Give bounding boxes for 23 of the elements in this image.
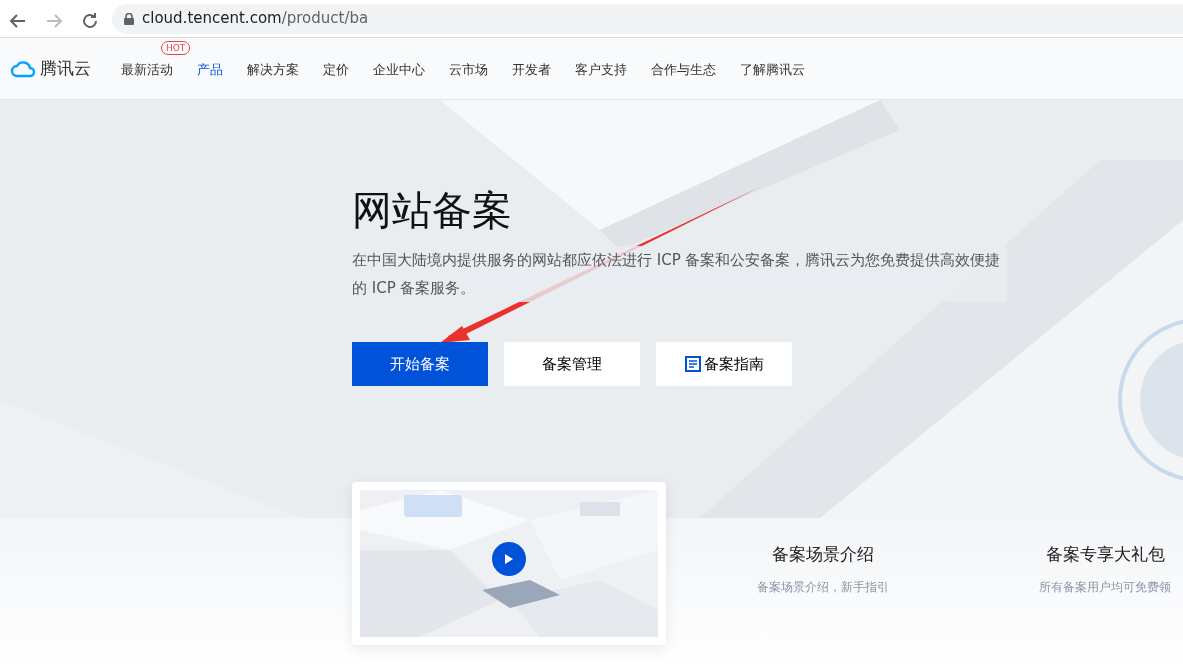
nav-item[interactable]: 了解腾讯云	[728, 59, 817, 79]
feature-subtitle: 所有备案用户均可免费领	[1038, 578, 1172, 596]
nav-item[interactable]: 客户支持	[563, 59, 639, 79]
nav-item[interactable]: 合作与生态	[639, 59, 728, 79]
url-text: cloud.tencent.com/product/ba	[142, 8, 369, 30]
feature-subtitle: 备案场景介绍，新手指引	[756, 578, 890, 596]
play-icon	[504, 553, 514, 565]
logo[interactable]: 腾讯云	[10, 55, 109, 82]
cloud-icon	[10, 59, 36, 78]
nav-item[interactable]: 产品	[185, 59, 235, 79]
nav-item[interactable]: 最新活动	[109, 59, 185, 79]
nav-item[interactable]: 云市场	[437, 59, 500, 79]
reload-arrow-icon	[80, 11, 100, 31]
feature-title[interactable]: 备案专享大礼包	[1015, 542, 1183, 568]
nav-item[interactable]: 企业中心	[361, 59, 437, 79]
address-bar[interactable]: cloud.tencent.com/product/ba	[112, 3, 1183, 34]
feature-title[interactable]: 备案场景介绍	[733, 542, 913, 568]
nav-item[interactable]: 定价	[311, 59, 361, 79]
logo-text: 腾讯云	[40, 56, 91, 80]
hot-badge: HOT	[161, 40, 191, 55]
nav-item[interactable]: 解决方案	[235, 59, 311, 79]
nav-item[interactable]: 开发者	[500, 59, 563, 79]
lock-icon	[124, 12, 134, 25]
